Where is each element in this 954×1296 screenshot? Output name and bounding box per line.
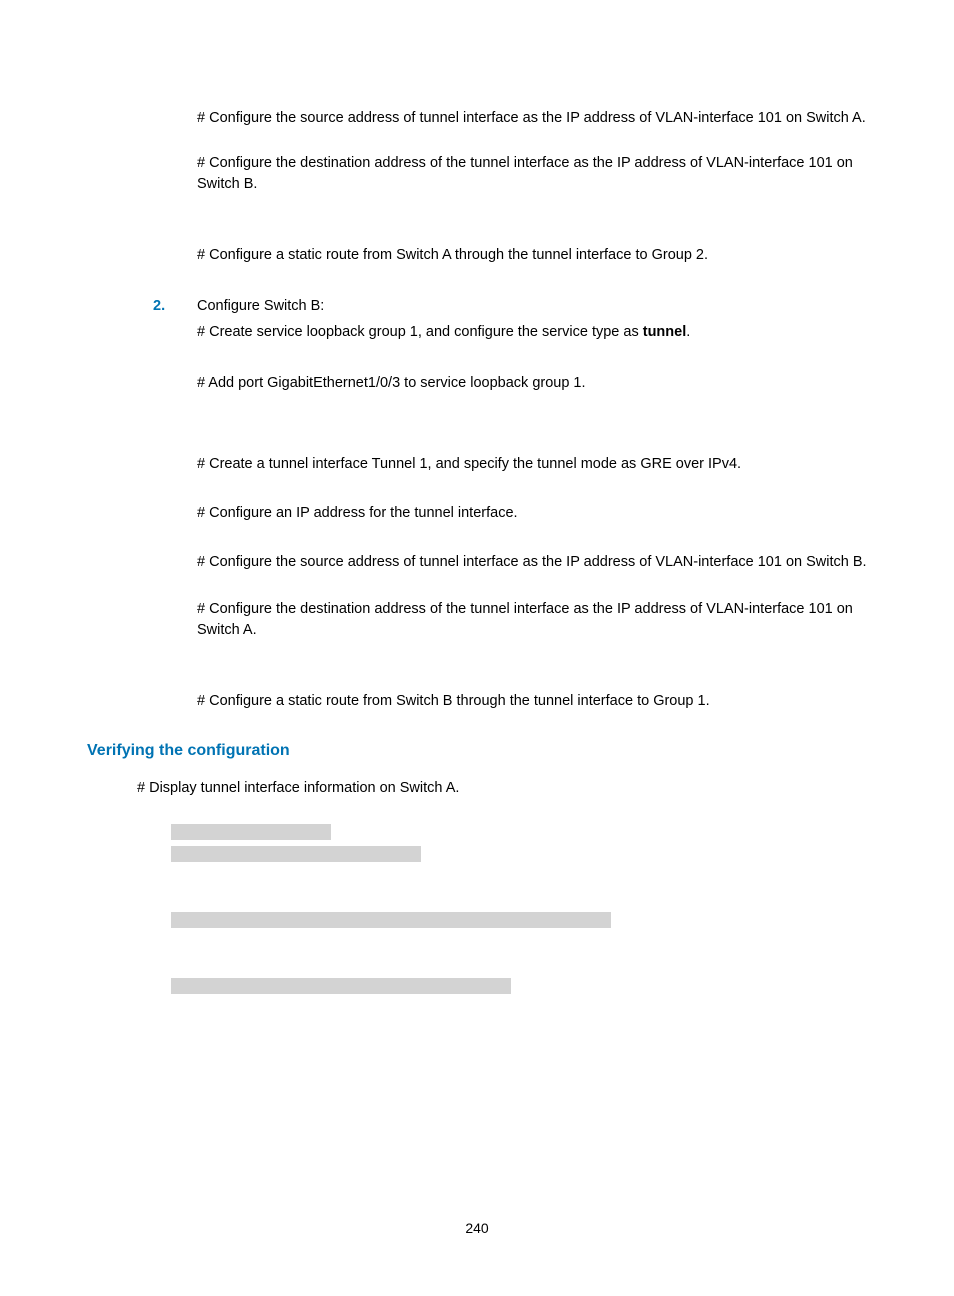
redacted-group bbox=[87, 824, 867, 862]
paragraph: # Configure the destination address of t… bbox=[197, 153, 867, 195]
step-paragraph: # Create service loopback group 1, and c… bbox=[197, 322, 867, 343]
redacted-group bbox=[87, 978, 867, 994]
step-item: 2. Configure Switch B: bbox=[87, 298, 867, 314]
step-title: Configure Switch B: bbox=[197, 298, 867, 314]
step-text: . bbox=[686, 324, 690, 340]
step-paragraph: # Configure a static route from Switch B… bbox=[197, 691, 867, 712]
step-text: # Create service loopback group 1, and c… bbox=[197, 324, 643, 340]
step-number: 2. bbox=[153, 298, 197, 314]
step-paragraph: # Configure the source address of tunnel… bbox=[197, 552, 867, 573]
paragraph: # Display tunnel interface information o… bbox=[137, 780, 867, 796]
step-paragraph: # Create a tunnel interface Tunnel 1, an… bbox=[197, 454, 867, 475]
page-number: 240 bbox=[0, 1220, 954, 1236]
step-paragraph: # Configure an IP address for the tunnel… bbox=[197, 503, 867, 524]
redacted-block bbox=[171, 978, 511, 994]
redacted-block bbox=[171, 846, 421, 862]
redacted-block bbox=[171, 824, 331, 840]
step-paragraph: # Add port GigabitEthernet1/0/3 to servi… bbox=[197, 373, 867, 394]
section-heading: Verifying the configuration bbox=[87, 742, 867, 760]
paragraph: # Configure a static route from Switch A… bbox=[197, 245, 867, 266]
paragraph: # Configure the source address of tunnel… bbox=[197, 108, 867, 129]
step-text-bold: tunnel bbox=[643, 324, 687, 340]
step-paragraph: # Configure the destination address of t… bbox=[197, 599, 867, 641]
redacted-group bbox=[87, 912, 867, 928]
redacted-block bbox=[171, 912, 611, 928]
